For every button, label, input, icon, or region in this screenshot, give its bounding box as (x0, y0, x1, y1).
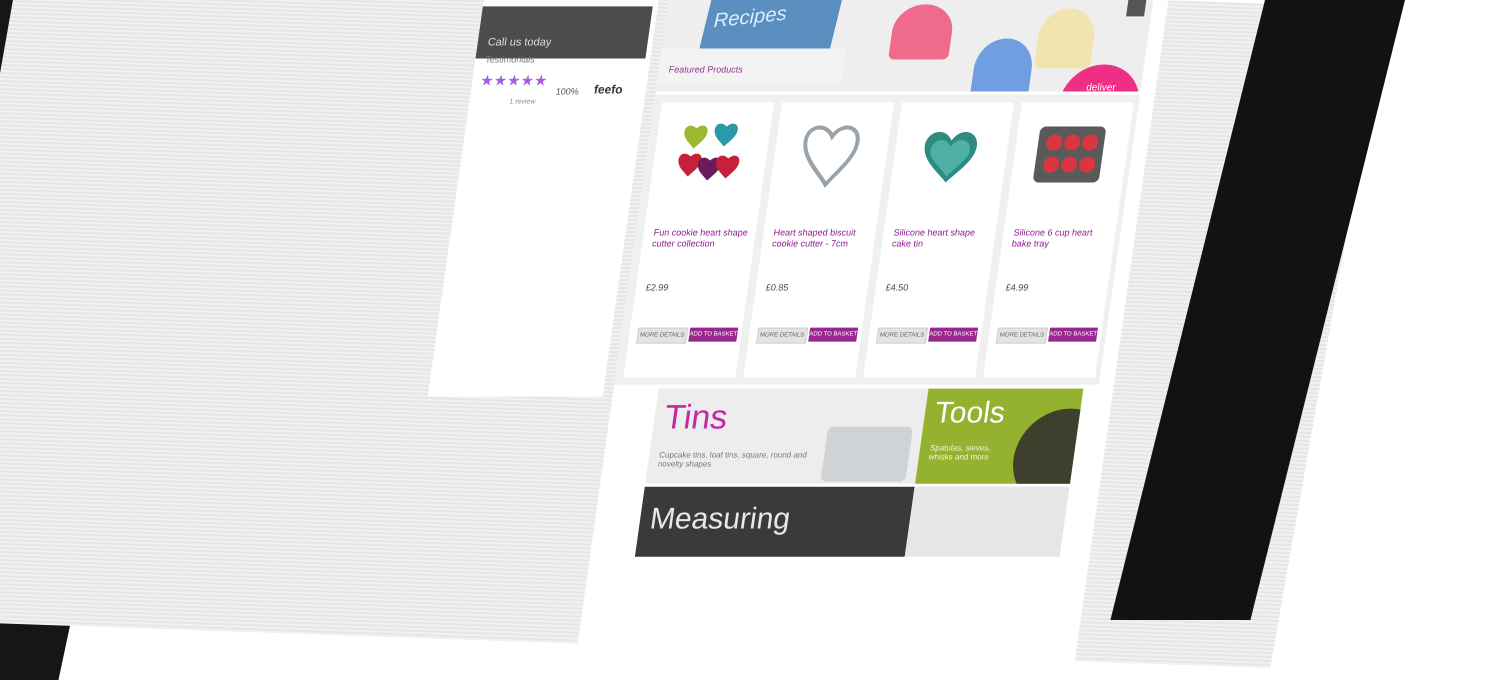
cupcake-image (888, 4, 956, 60)
tools-image (1006, 408, 1084, 484)
rating-count: 1 review (508, 98, 536, 106)
product-name[interactable]: Fun cookie heart shape cutter collection (651, 228, 749, 250)
product-price: £2.99 (645, 282, 670, 293)
product-name[interactable]: Heart shaped biscuit cookie cutter - 7cm (771, 228, 869, 250)
add-to-basket-button[interactable]: ADD TO BASKET (928, 327, 979, 342)
more-details-button[interactable]: MORE DETAILS (755, 327, 809, 344)
product-price: £0.85 (765, 282, 790, 293)
add-to-basket-button[interactable]: ADD TO BASKET (688, 327, 739, 342)
rating-percent: 100% (555, 86, 580, 97)
heart-cake-tin-image (924, 131, 977, 183)
product-name[interactable]: Silicone heart shape cake tin (891, 228, 989, 250)
heart-bake-tray-image (1033, 126, 1106, 183)
delivery-badge: deliver everywhere (1052, 64, 1145, 92)
category-description: Spatulas, sieves, whisks and more (928, 443, 992, 462)
product-grid: Fun cookie heart shape cutter collection… (614, 94, 1140, 385)
category-banner[interactable] (904, 486, 1070, 557)
add-to-basket-button[interactable]: ADD TO BASKET (808, 327, 859, 342)
account-box[interactable]: Call us today (475, 6, 653, 59)
feefo-logo[interactable]: feefo (593, 82, 624, 96)
more-details-button[interactable]: MORE DETAILS (636, 327, 689, 344)
more-details-button[interactable]: MORE DETAILS (875, 327, 929, 344)
add-to-basket-button[interactable]: ADD TO BASKET (1048, 327, 1099, 342)
featured-products-header: Featured Products (656, 48, 847, 83)
testimonials-label: Testimonials (484, 54, 536, 65)
category-tools-banner[interactable]: Tools Spatulas, sieves, whisks and more (915, 388, 1084, 484)
cupcake-image (969, 38, 1036, 92)
category-measuring-banner[interactable]: Measuring (634, 486, 915, 557)
product-price: £4.50 (885, 282, 910, 293)
category-tins-banner[interactable]: Tins Cupcake tins, loaf tins, square, ro… (645, 388, 929, 484)
cupcake-image (1033, 8, 1099, 69)
more-details-button[interactable]: MORE DETAILS (995, 327, 1049, 344)
heart-cutter-image (803, 125, 860, 189)
main-content: Recipes deliver everywhere › Featured Pr… (572, 0, 1172, 669)
product-price: £4.99 (1005, 282, 1029, 293)
product-name[interactable]: Silicone 6 cup heart bake tray (1011, 228, 1109, 250)
category-title: Measuring (647, 502, 793, 536)
hero-next-arrow-icon[interactable]: › (1126, 0, 1150, 17)
heart-cutters-image (678, 123, 740, 181)
web-page: Call us today Testimonials ★★★★★ 1 revie… (388, 0, 1187, 669)
saucepan-image (820, 426, 914, 482)
rating-stars: ★★★★★ (479, 72, 549, 90)
account-box-text: Call us today (486, 36, 553, 49)
category-description: Cupcake tins, loaf tins, square, round a… (657, 450, 808, 469)
category-title: Tools (932, 396, 1008, 430)
category-title: Tins (661, 398, 731, 437)
